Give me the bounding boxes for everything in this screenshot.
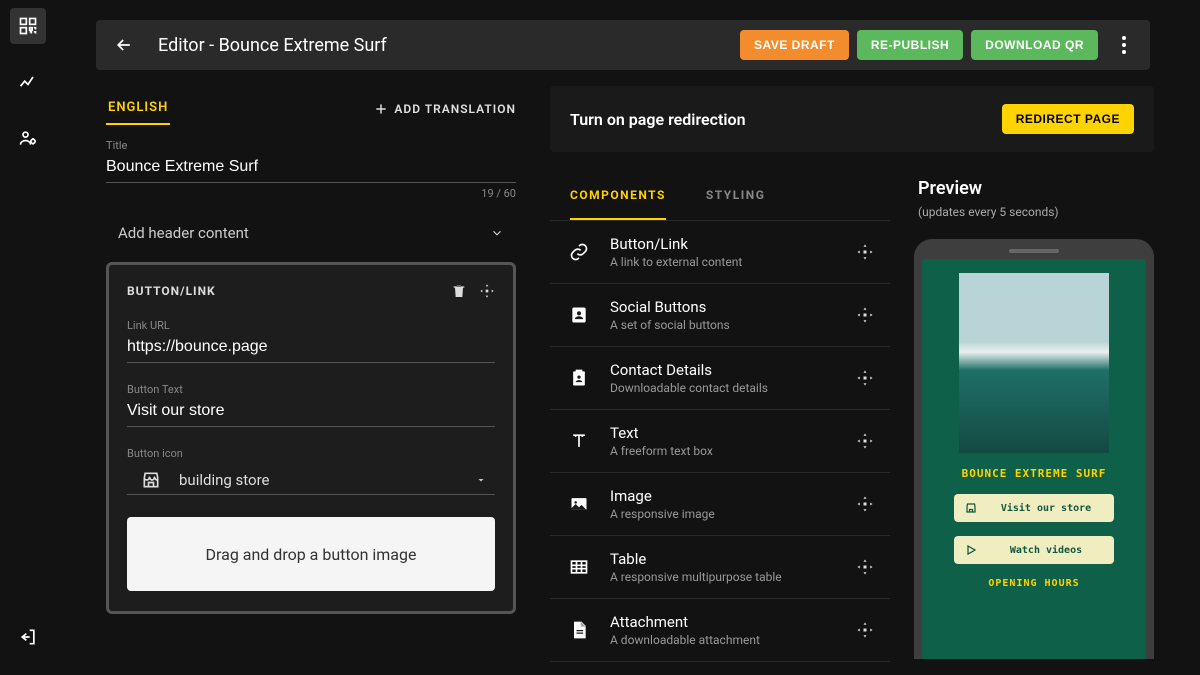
nav-qr-icon[interactable] — [10, 8, 46, 44]
component-subtitle: A freeform text box — [610, 444, 713, 458]
component-title: Text — [610, 424, 713, 442]
image-dropzone[interactable]: Drag and drop a button image — [127, 517, 495, 591]
component-title: Image — [610, 487, 715, 505]
redirect-bar: Turn on page redirection REDIRECT PAGE — [550, 86, 1154, 152]
contact-icon — [566, 368, 592, 388]
back-button[interactable] — [110, 31, 138, 59]
drag-handle-icon[interactable] — [856, 243, 874, 261]
button-text-input[interactable] — [127, 398, 495, 427]
building-store-icon — [141, 470, 161, 490]
component-title: Social Buttons — [610, 298, 730, 316]
title-input[interactable] — [106, 154, 516, 183]
drag-handle-icon[interactable] — [856, 306, 874, 324]
component-title: Table — [610, 550, 782, 568]
preview-button-videos-label: Watch videos — [988, 545, 1104, 556]
table-icon — [566, 557, 592, 577]
button-text-label: Button Text — [127, 383, 495, 396]
image-icon — [566, 494, 592, 514]
button-icon-select[interactable]: building store — [127, 462, 495, 495]
add-translation-button[interactable]: ADD TRANSLATION — [374, 102, 516, 116]
preview-site-title: BOUNCE EXTREME SURF — [962, 467, 1107, 480]
link-url-input[interactable] — [127, 334, 495, 363]
header-content-label: Add header content — [118, 224, 249, 242]
redirect-text: Turn on page redirection — [570, 110, 746, 129]
preview-heading: Preview — [918, 178, 1150, 199]
component-subtitle: Downloadable contact details — [610, 381, 768, 395]
component-title: Button/Link — [610, 235, 742, 253]
tab-components[interactable]: COMPONENTS — [570, 172, 666, 220]
file-icon — [566, 620, 592, 640]
component-item-table[interactable]: Table A responsive multipurpose table — [550, 536, 890, 599]
button-icon-value: building store — [179, 471, 269, 489]
delete-icon[interactable] — [451, 283, 467, 299]
text-icon — [566, 431, 592, 451]
drag-handle-icon[interactable] — [856, 558, 874, 576]
component-subtitle: A set of social buttons — [610, 318, 730, 332]
phone-frame: BOUNCE EXTREME SURF Visit our store — [914, 239, 1154, 659]
component-title: Contact Details — [610, 361, 768, 379]
title-label: Title — [106, 139, 516, 152]
preview-subtext: (updates every 5 seconds) — [918, 205, 1150, 219]
component-title: Attachment — [610, 613, 760, 631]
preview-button-store-label: Visit our store — [988, 503, 1104, 514]
button-icon-label: Button icon — [127, 447, 495, 460]
nav-logout-icon[interactable] — [10, 619, 46, 655]
nav-users-icon[interactable] — [10, 120, 46, 156]
page-title: Editor - Bounce Extreme Surf — [158, 35, 387, 56]
phone-screen: BOUNCE EXTREME SURF Visit our store — [922, 259, 1146, 659]
component-item-link[interactable]: Button/Link A link to external content — [550, 221, 890, 284]
preview-button-videos[interactable]: Watch videos — [954, 536, 1114, 564]
more-menu-icon[interactable] — [1112, 33, 1136, 57]
republish-button[interactable]: RE-PUBLISH — [857, 30, 963, 60]
drag-handle-icon[interactable] — [856, 621, 874, 639]
add-header-content-dropdown[interactable]: Add header content — [106, 214, 516, 252]
redirect-page-button[interactable]: REDIRECT PAGE — [1002, 104, 1134, 134]
drag-handle-icon[interactable] — [856, 369, 874, 387]
card-heading: BUTTON/LINK — [127, 284, 216, 298]
preview-hero-image — [959, 273, 1109, 453]
component-item-code[interactable]: Embed HTML — [550, 662, 890, 675]
nav-analytics-icon[interactable] — [10, 64, 46, 100]
title-char-count: 19 / 60 — [106, 187, 516, 200]
chevron-down-icon — [475, 474, 487, 486]
drag-handle-icon[interactable] — [856, 495, 874, 513]
preview-opening-hours: OPENING HOURS — [988, 578, 1079, 589]
person-icon — [566, 305, 592, 325]
language-tab-english[interactable]: ENGLISH — [106, 92, 170, 125]
component-item-text[interactable]: Text A freeform text box — [550, 410, 890, 473]
download-qr-button[interactable]: DOWNLOAD QR — [971, 30, 1098, 60]
component-item-contact[interactable]: Contact Details Downloadable contact deta… — [550, 347, 890, 410]
save-draft-button[interactable]: SAVE DRAFT — [740, 30, 849, 60]
link-icon — [566, 242, 592, 262]
component-item-image[interactable]: Image A responsive image — [550, 473, 890, 536]
component-subtitle: A downloadable attachment — [610, 633, 760, 647]
preview-button-store[interactable]: Visit our store — [954, 494, 1114, 522]
building-store-icon — [964, 502, 978, 514]
play-icon — [964, 544, 978, 556]
component-subtitle: A responsive multipurpose table — [610, 570, 782, 584]
button-link-card: BUTTON/LINK Link URL — [106, 262, 516, 614]
add-translation-label: ADD TRANSLATION — [394, 102, 516, 116]
topbar: Editor - Bounce Extreme Surf SAVE DRAFT … — [96, 20, 1150, 70]
component-item-person[interactable]: Social Buttons A set of social buttons — [550, 284, 890, 347]
drag-handle-icon[interactable] — [856, 432, 874, 450]
link-url-label: Link URL — [127, 319, 495, 332]
drag-handle-icon[interactable] — [479, 283, 495, 299]
tab-styling[interactable]: STYLING — [706, 172, 766, 220]
dropzone-text: Drag and drop a button image — [206, 545, 417, 564]
component-subtitle: A responsive image — [610, 507, 715, 521]
component-subtitle: A link to external content — [610, 255, 742, 269]
component-item-file[interactable]: Attachment A downloadable attachment — [550, 599, 890, 662]
